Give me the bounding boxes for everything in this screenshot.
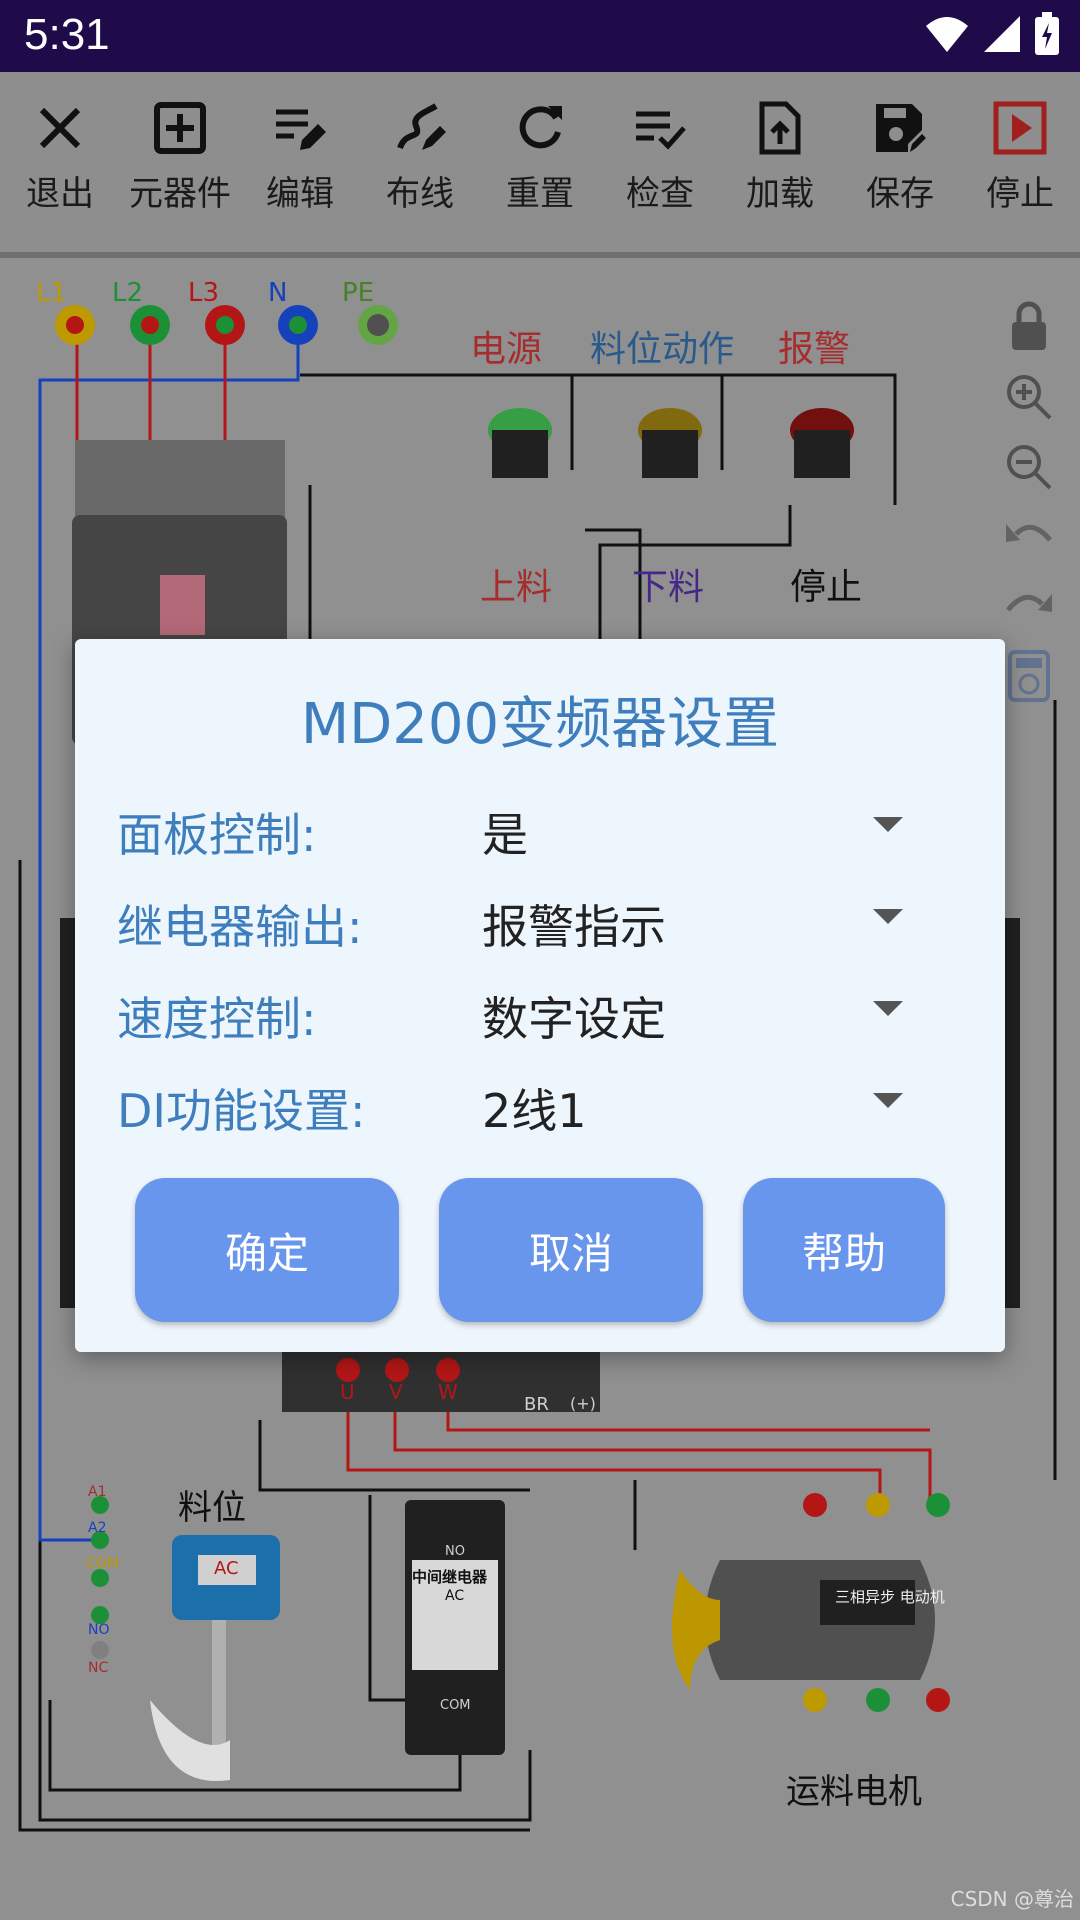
upload-file-icon bbox=[759, 101, 801, 155]
chevron-down-icon[interactable] bbox=[873, 909, 903, 924]
refresh-icon bbox=[519, 106, 562, 149]
components-label: 元器件 bbox=[129, 174, 231, 214]
wiring-button[interactable]: 布线 bbox=[360, 72, 480, 252]
save-label: 保存 bbox=[866, 174, 934, 214]
reset-button[interactable]: 重置 bbox=[480, 72, 600, 252]
speed-control-label: 速度控制: bbox=[117, 992, 317, 1046]
status-icons bbox=[924, 12, 1060, 56]
wiring-label: 布线 bbox=[386, 174, 454, 214]
chevron-down-icon[interactable] bbox=[873, 1001, 903, 1016]
help-button[interactable]: 帮助 bbox=[743, 1178, 945, 1322]
speed-control-row[interactable]: 速度控制: 数字设定 bbox=[117, 971, 963, 1051]
watermark: CSDN @尊治 bbox=[950, 1887, 1074, 1911]
draw-icon bbox=[397, 103, 446, 150]
stop-play-icon bbox=[993, 101, 1047, 155]
panel-control-label: 面板控制: bbox=[117, 808, 317, 862]
load-button[interactable]: 加载 bbox=[720, 72, 840, 252]
components-button[interactable]: 元器件 bbox=[120, 72, 240, 252]
load-label: 加载 bbox=[746, 174, 814, 214]
panel-control-row[interactable]: 面板控制: 是 bbox=[117, 787, 963, 867]
vfd-settings-dialog: MD200变频器设置 面板控制: 是 继电器输出: 报警指示 速度控制: 数字设… bbox=[75, 639, 1005, 1352]
edit-list-icon bbox=[276, 109, 326, 150]
status-bar: 5:31 bbox=[0, 0, 1080, 72]
di-function-select[interactable]: 2线1 bbox=[482, 1075, 587, 1141]
relay-output-row[interactable]: 继电器输出: 报警指示 bbox=[117, 879, 963, 959]
chevron-down-icon[interactable] bbox=[873, 1093, 903, 1108]
relay-output-select[interactable]: 报警指示 bbox=[482, 891, 666, 957]
panel-control-select[interactable]: 是 bbox=[482, 799, 528, 865]
di-function-label: DI功能设置: bbox=[117, 1084, 366, 1138]
speed-control-select[interactable]: 数字设定 bbox=[482, 983, 666, 1049]
stop-label: 停止 bbox=[986, 174, 1054, 214]
close-icon bbox=[39, 107, 81, 149]
reset-label: 重置 bbox=[506, 174, 574, 214]
exit-button[interactable]: 退出 bbox=[0, 72, 120, 252]
save-button[interactable]: 保存 bbox=[840, 72, 960, 252]
dialog-title: MD200变频器设置 bbox=[300, 692, 780, 757]
checklist-icon bbox=[636, 111, 686, 150]
toolbar: 退出 元器件 编辑 布线 重置 检查 加载 保存 停止 bbox=[0, 72, 1080, 258]
relay-output-label: 继电器输出: bbox=[117, 900, 363, 954]
confirm-button[interactable]: 确定 bbox=[135, 1178, 399, 1322]
chevron-down-icon[interactable] bbox=[873, 817, 903, 832]
status-time: 5:31 bbox=[24, 10, 110, 59]
exit-label: 退出 bbox=[26, 174, 94, 214]
stop-button[interactable]: 停止 bbox=[960, 72, 1080, 252]
signal-icon bbox=[984, 16, 1020, 52]
wifi-icon bbox=[926, 17, 968, 52]
add-box-icon bbox=[154, 102, 206, 154]
battery-icon bbox=[1035, 12, 1059, 55]
edit-button[interactable]: 编辑 bbox=[240, 72, 360, 252]
di-function-row[interactable]: DI功能设置: 2线1 bbox=[117, 1063, 963, 1143]
edit-label: 编辑 bbox=[266, 174, 334, 214]
check-label: 检查 bbox=[626, 174, 694, 214]
check-button[interactable]: 检查 bbox=[600, 72, 720, 252]
cancel-button[interactable]: 取消 bbox=[439, 1178, 703, 1322]
save-icon bbox=[876, 104, 926, 152]
